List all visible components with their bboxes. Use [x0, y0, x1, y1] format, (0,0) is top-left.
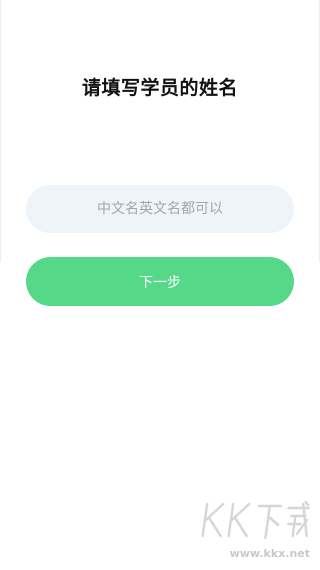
- watermark: www.kkx.net: [198, 498, 314, 560]
- watermark-url: www.kkx.net: [229, 547, 310, 560]
- frame-edge-left: [0, 0, 1, 262]
- next-step-button[interactable]: 下一步: [26, 257, 294, 306]
- page-title: 请填写学员的姓名: [81, 77, 238, 99]
- student-name-input[interactable]: [26, 185, 294, 233]
- kk-download-logo: [201, 500, 310, 540]
